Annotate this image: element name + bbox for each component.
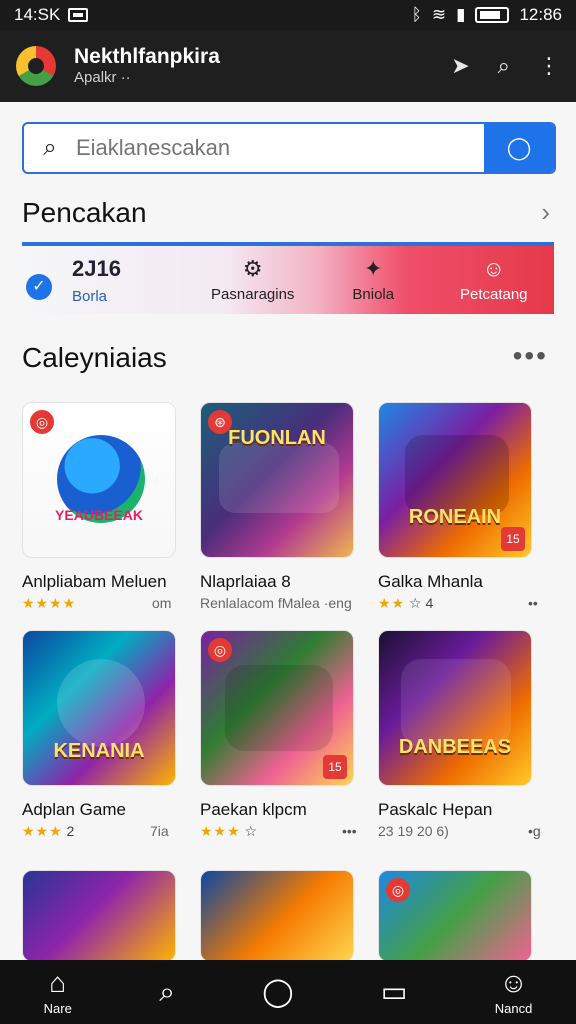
game-tile-4[interactable]: KENANIA	[22, 630, 176, 786]
circle-icon: ◯	[262, 976, 294, 1007]
promo-value: 2J16	[72, 255, 121, 281]
game-title: Anlpliabam Meluen	[22, 572, 167, 591]
user-icon: ☺	[482, 255, 505, 281]
main-content: ⌕ ◯ Pencakan › ✓ 2J16 Borla ⚙ Pasnaragin…	[0, 102, 576, 960]
rating-stars: ★★	[378, 595, 406, 611]
bluetooth-icon: ᛒ	[411, 5, 422, 24]
game-rating: ★★★★	[22, 595, 76, 612]
rating-stars: ★★★	[200, 823, 241, 839]
game-meta: 23 19 20 6)	[378, 823, 449, 839]
badge-icon: ◎	[386, 878, 410, 902]
signal-icon: ▮	[456, 5, 466, 24]
game-tile-3[interactable]: 15 RONEAIN	[378, 402, 532, 558]
promo-item-3[interactable]: ✦ Bniola	[313, 255, 434, 303]
search-icon: ⌕	[159, 976, 175, 1007]
status-clock: 12:86	[519, 5, 562, 24]
promo-more-chevron-icon[interactable]: ›	[541, 197, 550, 228]
puzzle-icon: ✦	[364, 255, 383, 281]
nav-profile[interactable]: ☺ Nancd	[494, 966, 533, 1016]
tile-banner-text: RONEAIN	[408, 506, 502, 528]
app-title: Nekthlfanpkira	[74, 45, 220, 69]
search-input[interactable]	[76, 124, 484, 172]
more-icon[interactable]: ⋮	[538, 55, 560, 77]
game-meta: 2	[66, 823, 75, 839]
search-bar: ⌕ ◯	[22, 122, 556, 174]
game-meta-2: •••	[342, 823, 357, 839]
game-title: Paekan klpcm	[200, 800, 307, 819]
settings-icon: ⚙	[242, 255, 263, 281]
app-logo	[16, 46, 56, 86]
game-rating: ★★★ 2	[22, 823, 74, 840]
game-rating: ★★ ☆ 4	[378, 595, 433, 612]
rating-stars: ★★★	[22, 823, 63, 839]
game-tile-7[interactable]	[22, 870, 176, 960]
game-rating: ★★★ ☆	[200, 823, 257, 840]
send-icon[interactable]: ➤	[451, 55, 469, 77]
promo-label: Borla	[72, 287, 108, 305]
promo-label: Petcatang	[459, 285, 528, 303]
badge-icon: ◎	[30, 410, 54, 434]
search-icon: ⌕	[43, 134, 57, 161]
game-meta-2: ••	[528, 595, 538, 611]
game-title: Paskalc Hepan	[378, 800, 493, 819]
search-icon[interactable]: ⌕	[498, 55, 510, 77]
game-tile-2[interactable]: ⊛ FUONLAN	[200, 402, 354, 558]
promo-item-4[interactable]: ☺ Petcatang	[434, 255, 555, 303]
book-icon: ▭	[380, 976, 408, 1007]
game-title: Nlaprlaiaa 8	[200, 572, 291, 591]
tile-banner-text: DANBEEAS	[398, 736, 512, 758]
app-subtitle: Apalkr ··	[74, 69, 131, 87]
game-meta-2: 7ia	[150, 823, 169, 839]
wifi-icon: ≋	[431, 5, 447, 24]
nav-center[interactable]: ◯	[262, 978, 293, 1006]
categories-more-icon[interactable]: •••	[513, 340, 548, 372]
promo-label: Pasnaragins	[211, 285, 295, 303]
promo-title: Pencakan	[22, 197, 147, 228]
categories-title: Caleyniaias	[22, 342, 167, 373]
status-time: 14:SK	[14, 5, 61, 24]
promo-item-1[interactable]: ✓ 2J16 Borla	[22, 256, 193, 305]
game-meta: om	[152, 595, 172, 611]
rating-stars: ★★★★	[22, 595, 77, 611]
tile-banner-text: FUONLAN	[228, 427, 326, 449]
nav-label: Nancd	[494, 1000, 533, 1016]
profile-icon: ☺	[499, 966, 528, 998]
notification-icon	[68, 8, 89, 22]
app-bar: Nekthlfanpkira Apalkr ·· ➤ ⌕ ⋮	[0, 30, 576, 102]
promo-label: Bniola	[352, 285, 395, 303]
corner-badge-icon: 15	[323, 755, 347, 779]
status-bar: 14:SK ᛒ ≋ ▮ 12:86	[0, 0, 576, 30]
game-meta-2: •g	[528, 823, 541, 839]
tile-banner-text: YEAUBEEAK	[55, 507, 143, 523]
game-title: Adplan Game	[22, 800, 126, 819]
game-meta: Renlalacom fMalea ·eng	[200, 595, 352, 611]
game-title: Galka Mhanla	[378, 572, 483, 591]
check-icon: ✓	[26, 273, 52, 300]
game-tile-1[interactable]: ◎ YEAUBEEAK	[22, 402, 176, 558]
tile-banner-text: KENANIA	[53, 740, 145, 762]
search-button-icon: ◯	[506, 135, 532, 160]
promo-banner: ✓ 2J16 Borla ⚙ Pasnaragins ✦ Bniola ☺ Pe…	[22, 242, 554, 314]
game-tile-8[interactable]	[200, 870, 354, 960]
game-tile-9[interactable]: ◎	[378, 870, 532, 960]
nav-label: Nare	[43, 1000, 72, 1016]
game-tile-5[interactable]: ◎ 15	[200, 630, 354, 786]
badge-icon: ◎	[208, 638, 232, 662]
promo-item-2[interactable]: ⚙ Pasnaragins	[193, 255, 314, 303]
corner-badge-icon: 15	[501, 527, 525, 551]
nav-library[interactable]: ▭	[381, 978, 407, 1006]
search-submit-button[interactable]: ◯	[484, 124, 554, 172]
game-meta: ☆ 4	[409, 595, 434, 611]
home-icon: ⌂	[49, 966, 67, 998]
bottom-navigation: ⌂ Nare ⌕ ◯ ▭ ☺ Nancd	[0, 960, 576, 1024]
game-meta: ☆	[244, 823, 258, 839]
battery-icon	[475, 7, 510, 23]
game-tile-6[interactable]: DANBEEAS	[378, 630, 532, 786]
nav-home[interactable]: ⌂ Nare	[43, 966, 72, 1016]
nav-search[interactable]: ⌕	[159, 978, 175, 1006]
app-title-block: Nekthlfanpkira Apalkr ··	[74, 45, 220, 86]
